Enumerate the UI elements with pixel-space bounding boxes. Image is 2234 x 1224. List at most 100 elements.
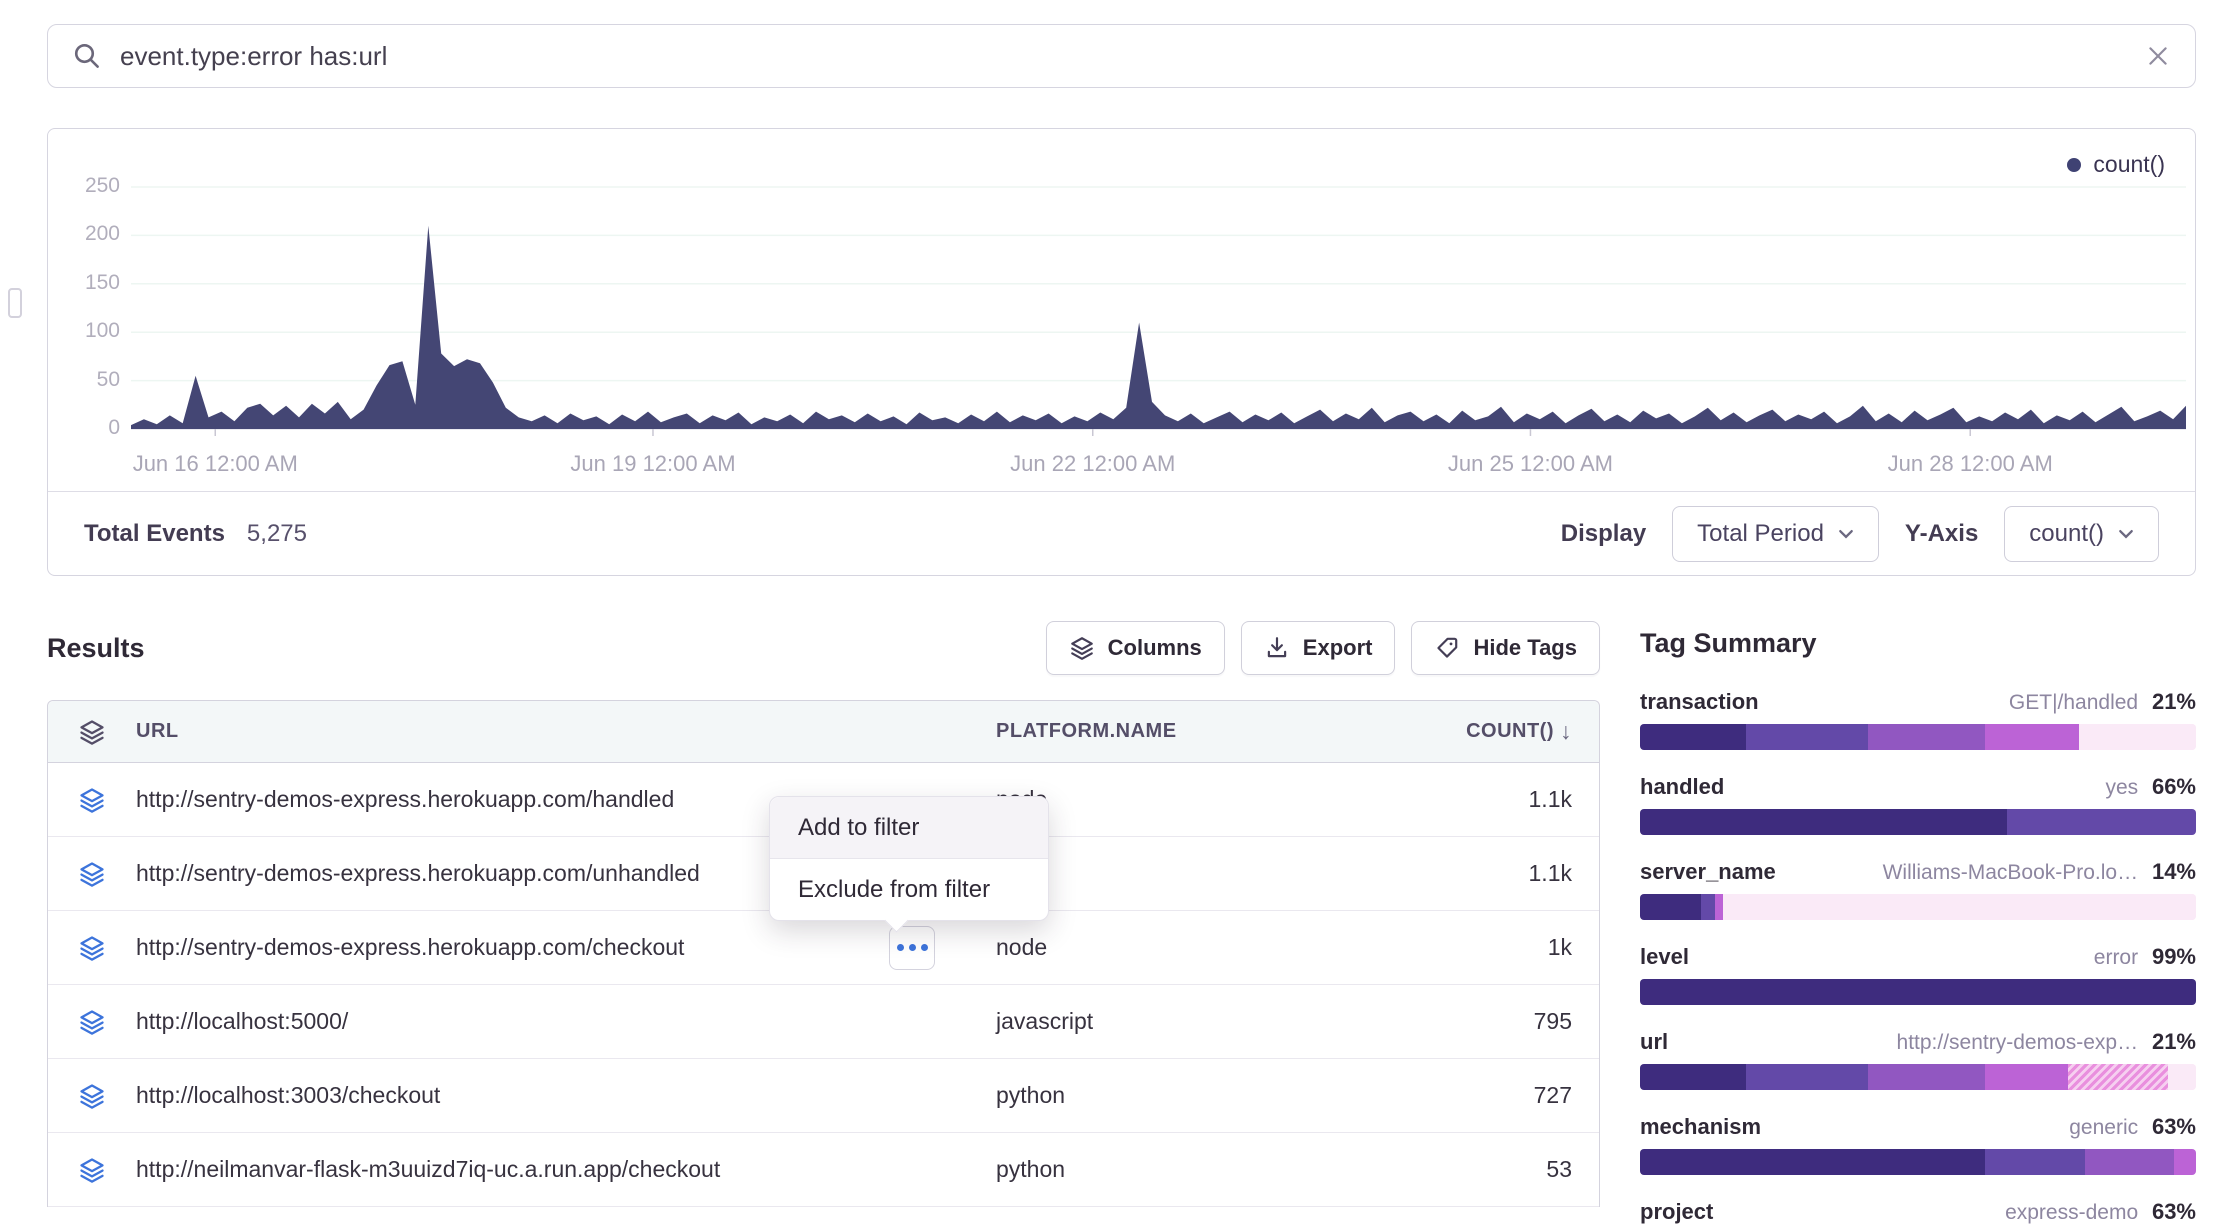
count-cell[interactable]: 795 bbox=[1444, 1008, 1598, 1035]
tag-name: level bbox=[1640, 944, 1689, 970]
menu-item-add-to-filter[interactable]: Add to filter bbox=[770, 797, 1048, 858]
total-events-value: 5,275 bbox=[247, 520, 307, 548]
column-header-count[interactable]: COUNT() ↓ bbox=[1444, 718, 1598, 745]
layers-icon[interactable] bbox=[48, 1008, 136, 1036]
count-cell[interactable]: 1.1k bbox=[1444, 860, 1598, 887]
table-row[interactable]: http://localhost:3003/checkoutpython727 bbox=[48, 1059, 1599, 1133]
search-bar[interactable]: event.type:error has:url bbox=[47, 24, 2196, 88]
tag-bar-segment[interactable] bbox=[1746, 724, 1868, 750]
results-table-header: URL PLATFORM.NAME COUNT() ↓ bbox=[48, 701, 1599, 763]
discover-page: event.type:error has:url count() 0501001… bbox=[0, 0, 2234, 1224]
tag-distribution-bar[interactable] bbox=[1640, 809, 2196, 835]
export-button[interactable]: Export bbox=[1241, 621, 1396, 675]
tag-bar-segment[interactable] bbox=[2085, 1149, 2174, 1175]
table-row[interactable]: http://localhost:5000/javascript795 bbox=[48, 985, 1599, 1059]
platform-cell[interactable]: python bbox=[996, 1082, 1444, 1109]
sidebar-drag-handle[interactable] bbox=[8, 288, 22, 318]
yaxis-select[interactable]: count() bbox=[2004, 506, 2159, 562]
count-cell[interactable]: 1k bbox=[1444, 934, 1598, 961]
columns-button[interactable]: Columns bbox=[1046, 621, 1225, 675]
layers-icon[interactable] bbox=[48, 860, 136, 888]
menu-item-exclude-from-filter[interactable]: Exclude from filter bbox=[770, 859, 1048, 920]
tag-name: url bbox=[1640, 1029, 1668, 1055]
events-chart-panel: count() 050100150200250 Jun 16 12:00 AMJ… bbox=[47, 128, 2196, 576]
column-header-url[interactable]: URL bbox=[136, 720, 996, 743]
display-label: Display bbox=[1561, 520, 1646, 548]
tag-top-value: http://sentry-demos-exp… 21% bbox=[1897, 1029, 2196, 1055]
layers-icon[interactable] bbox=[48, 934, 136, 962]
layers-icon[interactable] bbox=[48, 1082, 136, 1110]
tag-top-percent: 63% bbox=[2152, 1199, 2196, 1224]
tag-top-value: express-demo 63% bbox=[2005, 1199, 2196, 1224]
yaxis-label: Y-Axis bbox=[1905, 520, 1978, 548]
count-cell[interactable]: 1.1k bbox=[1444, 786, 1598, 813]
tag-distribution-bar[interactable] bbox=[1640, 979, 2196, 1005]
tag-name: transaction bbox=[1640, 689, 1759, 715]
tag-bar-segment[interactable] bbox=[2068, 1064, 2168, 1090]
y-axis-tick: 200 bbox=[60, 222, 120, 246]
tag-bar-segment[interactable] bbox=[1640, 1064, 1746, 1090]
url-cell[interactable]: http://neilmanvar-flask-m3uuizd7iq-uc.a.… bbox=[136, 1156, 996, 1183]
y-axis-tick: 50 bbox=[60, 368, 120, 392]
url-cell[interactable]: http://localhost:3003/checkout bbox=[136, 1082, 996, 1109]
tag-bar-segment[interactable] bbox=[1746, 1064, 1868, 1090]
layers-icon[interactable] bbox=[48, 1156, 136, 1184]
chevron-down-icon bbox=[1838, 528, 1854, 540]
platform-cell[interactable]: javascript bbox=[996, 1008, 1444, 1035]
tag-bar-segment[interactable] bbox=[2007, 809, 2196, 835]
platform-cell[interactable]: node bbox=[996, 860, 1444, 887]
tag-bar-segment[interactable] bbox=[1985, 1149, 2085, 1175]
tag-summary-item: handledyes 66% bbox=[1640, 774, 2196, 835]
x-axis-tick: Jun 28 12:00 AM bbox=[1888, 451, 2053, 477]
count-cell[interactable]: 727 bbox=[1444, 1082, 1598, 1109]
tag-bar-segment[interactable] bbox=[2079, 724, 2196, 750]
layers-icon[interactable] bbox=[48, 786, 136, 814]
tag-distribution-bar[interactable] bbox=[1640, 724, 2196, 750]
tag-bar-segment[interactable] bbox=[1640, 1149, 1985, 1175]
tag-bar-segment[interactable] bbox=[1868, 1064, 1985, 1090]
tag-bar-segment[interactable] bbox=[2168, 1064, 2196, 1090]
tag-bar-segment[interactable] bbox=[1715, 894, 1723, 920]
layers-icon bbox=[48, 718, 136, 746]
tag-bar-segment[interactable] bbox=[1868, 724, 1985, 750]
display-select[interactable]: Total Period bbox=[1672, 506, 1879, 562]
tag-bar-segment[interactable] bbox=[1640, 979, 2196, 1005]
tag-distribution-bar[interactable] bbox=[1640, 894, 2196, 920]
events-area-chart[interactable] bbox=[131, 151, 2186, 436]
url-cell[interactable]: http://sentry-demos-express.herokuapp.co… bbox=[136, 934, 996, 961]
chevron-down-icon bbox=[2118, 528, 2134, 540]
count-cell[interactable]: 53 bbox=[1444, 1156, 1598, 1183]
platform-cell[interactable]: node bbox=[996, 934, 1444, 961]
tag-distribution-bar[interactable] bbox=[1640, 1064, 2196, 1090]
layers-icon bbox=[1069, 635, 1095, 661]
search-icon bbox=[72, 41, 102, 71]
tag-bar-segment[interactable] bbox=[1723, 894, 2196, 920]
search-input[interactable]: event.type:error has:url bbox=[120, 41, 2145, 72]
tag-name: mechanism bbox=[1640, 1114, 1761, 1140]
x-axis-tick: Jun 19 12:00 AM bbox=[570, 451, 735, 477]
tag-bar-segment[interactable] bbox=[1701, 894, 1715, 920]
tag-top-percent: 21% bbox=[2152, 1029, 2196, 1054]
column-header-platform[interactable]: PLATFORM.NAME bbox=[996, 720, 1444, 743]
tag-bar-segment[interactable] bbox=[1640, 724, 1746, 750]
platform-cell[interactable]: node bbox=[996, 786, 1444, 813]
url-cell[interactable]: http://localhost:5000/ bbox=[136, 1008, 996, 1035]
tag-bar-segment[interactable] bbox=[1640, 894, 1701, 920]
tag-distribution-bar[interactable] bbox=[1640, 1149, 2196, 1175]
hide-tags-button[interactable]: Hide Tags bbox=[1411, 621, 1600, 675]
tag-summary-item: levelerror 99% bbox=[1640, 944, 2196, 1005]
tag-bar-segment[interactable] bbox=[1985, 1064, 2068, 1090]
display-select-value: Total Period bbox=[1697, 520, 1824, 548]
download-icon bbox=[1264, 635, 1290, 661]
tag-top-value: GET|/handled 21% bbox=[2009, 689, 2196, 715]
count-series-area bbox=[131, 226, 2186, 429]
tag-bar-segment[interactable] bbox=[1640, 809, 2007, 835]
clear-search-icon[interactable] bbox=[2145, 43, 2171, 69]
tag-bar-segment[interactable] bbox=[2174, 1149, 2196, 1175]
tag-bar-segment[interactable] bbox=[1985, 724, 2080, 750]
table-row[interactable]: http://sentry-demos-express.herokuapp.co… bbox=[48, 911, 1599, 985]
table-row[interactable]: http://neilmanvar-flask-m3uuizd7iq-uc.a.… bbox=[48, 1133, 1599, 1207]
platform-cell[interactable]: python bbox=[996, 1156, 1444, 1183]
chart-footer: Total Events 5,275 Display Total Period … bbox=[48, 491, 2195, 575]
tag-summary-heading: Tag Summary bbox=[1640, 628, 2196, 659]
